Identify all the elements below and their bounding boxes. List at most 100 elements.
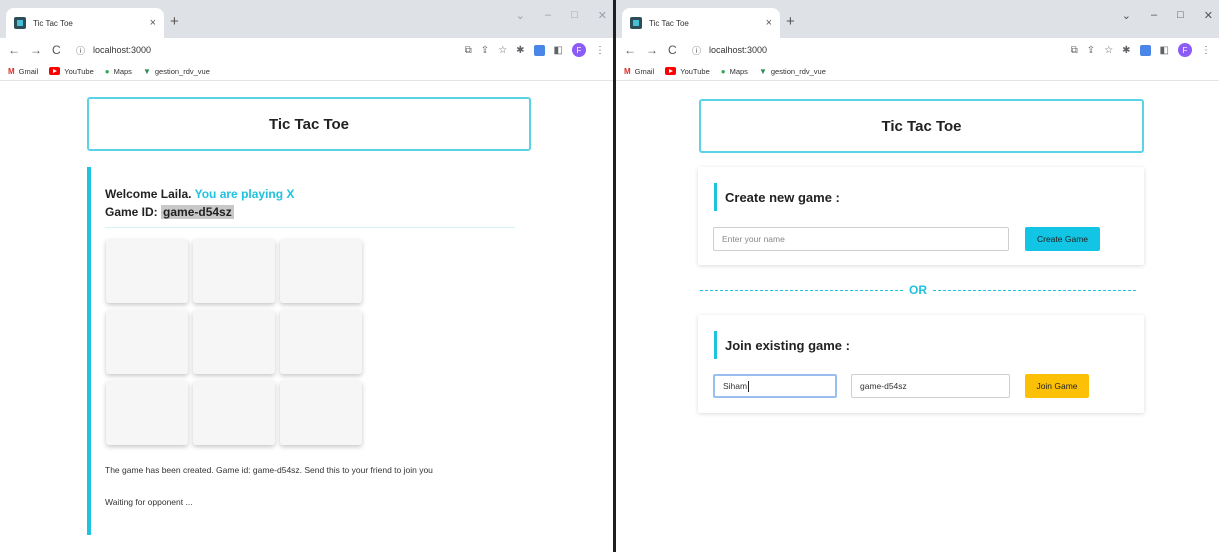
minimize-icon[interactable]: – [545,9,551,22]
tab-title: Tic Tac Toe [33,18,73,28]
forward-arrow-icon[interactable]: → [646,43,658,57]
board-cell[interactable] [106,239,188,303]
browser-toolbar: ← → C ⓘ localhost:3000 ⧉ ⇪ ☆ ✱ ◧ F ⋮ [0,38,613,62]
game-board [106,239,362,445]
board-cell[interactable] [106,310,188,374]
player-role: You are playing X [194,187,295,201]
bookmark-gmail[interactable]: M Gmail [8,67,38,76]
bookmark-youtube[interactable]: YouTube [49,67,94,76]
bookmark-gestion-rdv-vue[interactable]: ▼ gestion_rdv_vue [759,67,826,76]
gmail-icon: M [624,66,631,76]
maximize-icon[interactable]: □ [1177,9,1184,22]
desktop: Tic Tac Toe × + ⌄ – □ ✕ ← → C ⓘ localhos… [0,0,1219,552]
app-favicon-icon [630,17,642,29]
tab-strip: Tic Tac Toe × + ⌄ – □ ✕ [0,0,613,38]
board-cell[interactable] [193,239,275,303]
gmail-icon: M [8,66,15,76]
create-game-title: Create new game : [714,183,840,211]
tab-close-icon[interactable]: × [150,17,156,29]
maximize-icon[interactable]: □ [571,9,578,22]
board-cell[interactable] [280,381,362,445]
profile-avatar[interactable]: F [572,43,586,57]
join-name-value: Siham [723,381,748,391]
vue-logo-icon: ▼ [142,66,151,76]
bookmarks-bar: M Gmail YouTube ● Maps ▼ gestion_rdv_vue [0,62,613,81]
join-name-input[interactable]: Siham [713,374,837,398]
youtube-icon [665,67,677,75]
app-favicon-icon [14,17,26,29]
tab-close-icon[interactable]: × [766,17,772,29]
window-controls: ⌄ – □ ✕ [1122,9,1213,22]
menu-icon[interactable]: ⋮ [595,45,605,56]
board-cell[interactable] [280,310,362,374]
translate-icon[interactable]: ⧉ [1071,45,1078,56]
create-game-card: Create new game : Enter your name Create… [698,167,1144,265]
game-panel: Welcome Laila. You are playing X Game ID… [87,167,527,535]
tab-search-icon[interactable]: ⌄ [516,9,525,22]
or-label: OR [909,283,927,297]
app-title: Tic Tac Toe [87,97,531,151]
bookmark-star-icon[interactable]: ☆ [1104,45,1113,56]
board-cell[interactable] [193,310,275,374]
site-info-icon[interactable]: ⓘ [76,44,85,57]
game-page: Tic Tac Toe Welcome Laila. You are playi… [0,81,613,552]
extension-blue-icon[interactable] [1139,44,1151,56]
new-tab-icon[interactable]: + [170,13,179,30]
window-close-icon[interactable]: ✕ [1204,9,1213,22]
window-close-icon[interactable]: ✕ [598,9,607,22]
translate-icon[interactable]: ⧉ [465,45,472,56]
new-tab-icon[interactable]: + [786,13,795,30]
bookmark-youtube[interactable]: YouTube [665,67,710,76]
youtube-icon [49,67,61,75]
forward-arrow-icon[interactable]: → [30,43,42,57]
back-arrow-icon[interactable]: ← [8,43,20,57]
extension-icon[interactable]: ✱ [516,45,524,56]
welcome-text: Welcome Laila. [105,187,192,201]
waiting-message: Waiting for opponent ... [105,497,193,507]
share-icon[interactable]: ⇪ [1087,45,1095,56]
bookmark-gestion-rdv-vue[interactable]: ▼ gestion_rdv_vue [143,67,210,76]
create-game-button[interactable]: Create Game [1025,227,1100,251]
reload-icon[interactable]: C [52,43,61,57]
status-message: The game has been created. Game id: game… [105,465,433,475]
app-title: Tic Tac Toe [699,99,1144,153]
tab-search-icon[interactable]: ⌄ [1122,9,1131,22]
bookmark-star-icon[interactable]: ☆ [498,45,507,56]
bookmark-maps[interactable]: ● Maps [105,67,132,76]
side-panel-icon[interactable]: ◧ [554,45,563,56]
reload-icon[interactable]: C [668,43,677,57]
bookmark-gmail[interactable]: M Gmail [624,67,654,76]
board-cell[interactable] [106,381,188,445]
side-panel-icon[interactable]: ◧ [1160,45,1169,56]
back-arrow-icon[interactable]: ← [624,43,636,57]
minimize-icon[interactable]: – [1151,9,1157,22]
profile-avatar[interactable]: F [1178,43,1192,57]
join-game-button[interactable]: Join Game [1025,374,1089,398]
browser-window-right: Tic Tac Toe × + ⌄ – □ ✕ ← → C ⓘ localhos… [616,0,1219,552]
or-line-right [933,289,1136,291]
tab-strip: Tic Tac Toe × + ⌄ – □ ✕ [616,0,1219,38]
browser-tab[interactable]: Tic Tac Toe × [622,8,780,38]
menu-icon[interactable]: ⋮ [1201,45,1211,56]
extension-blue-icon[interactable] [533,44,545,56]
join-game-card: Join existing game : Siham game-d54sz Jo… [698,315,1144,413]
create-name-input[interactable]: Enter your name [713,227,1009,251]
toolbar-actions: ⧉ ⇪ ☆ ✱ ◧ F ⋮ [1071,43,1211,57]
join-game-id-input[interactable]: game-d54sz [851,374,1010,398]
bookmark-maps[interactable]: ● Maps [721,67,748,76]
address-bar[interactable]: ⓘ localhost:3000 [692,44,1061,57]
board-cell[interactable] [193,381,275,445]
window-controls: ⌄ – □ ✕ [516,9,607,22]
browser-tab[interactable]: Tic Tac Toe × [6,8,164,38]
toolbar-actions: ⧉ ⇪ ☆ ✱ ◧ F ⋮ [465,43,605,57]
site-info-icon[interactable]: ⓘ [692,44,701,57]
url-text: localhost:3000 [93,45,152,55]
extension-icon[interactable]: ✱ [1122,45,1130,56]
share-icon[interactable]: ⇪ [481,45,489,56]
vue-logo-icon: ▼ [758,66,767,76]
welcome-block: Welcome Laila. You are playing X Game ID… [105,185,294,221]
or-line-left [700,289,903,291]
board-cell[interactable] [280,239,362,303]
address-bar[interactable]: ⓘ localhost:3000 [76,44,455,57]
or-separator: OR [700,283,1136,297]
